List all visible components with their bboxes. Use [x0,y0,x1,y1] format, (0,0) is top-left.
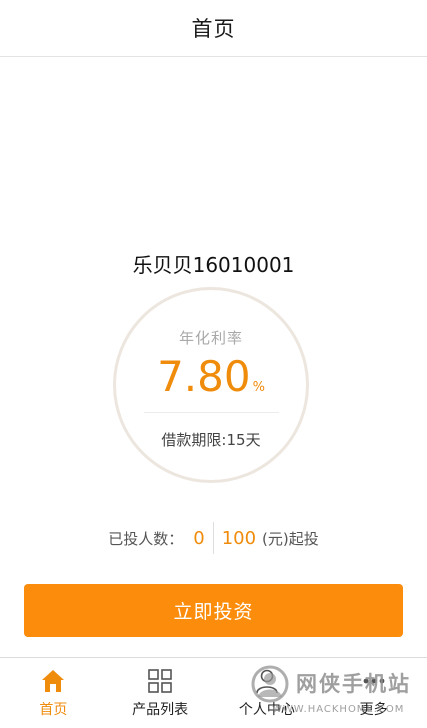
rate-divider [144,412,279,413]
watermark: 网侠手机站 WWW.HACKHOME.COM [250,662,425,724]
min-amount: 100 [221,527,257,549]
loan-term: 借款期限:15天 [161,431,261,449]
home-icon [42,670,65,692]
investment-divider [212,522,214,554]
investment-info: 已投人数： 0 100 (元)起投 [0,522,427,554]
tab-product-list[interactable]: 产品列表 [107,658,214,728]
min-amount-suffix: (元)起投 [262,529,319,548]
rate-value: 7.80 [157,352,251,401]
rate-circle: 年化利率 7.80% 借款期限:15天 [113,287,309,483]
rate-unit: % [252,380,265,395]
watermark-text: 网侠手机站 [296,672,411,696]
tab-label: 首页 [39,702,68,718]
grid-icon [148,669,172,693]
watermark-url: WWW.HACKHOME.COM [272,704,405,715]
investors-count: 0 [193,527,205,549]
tab-home[interactable]: 首页 [0,658,107,728]
invest-now-button[interactable]: 立即投资 [24,584,403,637]
product-name: 乐贝贝16010001 [132,253,295,277]
investors-label: 已投人数： [108,529,184,548]
page-title: 首页 [191,17,236,41]
app-header: 首页 [0,0,427,57]
rate-label: 年化利率 [178,329,243,347]
rate-value-row: 7.80% [116,353,306,401]
tab-label: 产品列表 [132,702,189,718]
watermark-logo-icon [251,665,289,703]
